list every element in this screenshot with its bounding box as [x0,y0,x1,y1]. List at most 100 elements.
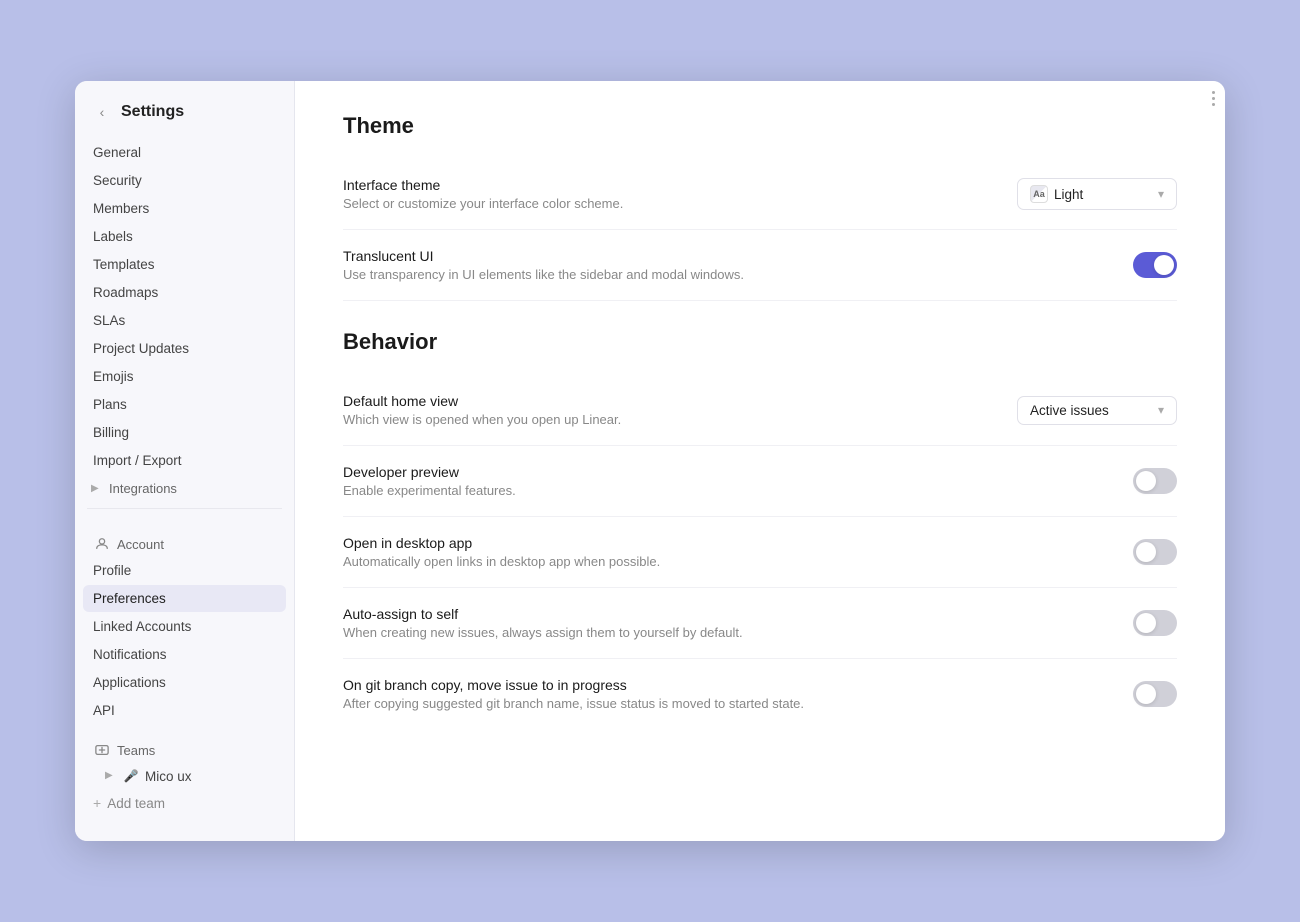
teams-label: Teams [83,737,286,763]
git-branch-toggle-control [1133,681,1177,707]
theme-value: Light [1054,187,1083,202]
open-desktop-row: Open in desktop app Automatically open l… [343,517,1177,588]
interface-theme-label: Interface theme [343,177,993,193]
workspace-nav: General Security Members Labels Template… [75,139,294,475]
git-branch-row: On git branch copy, move issue to in pro… [343,659,1177,729]
auto-assign-toggle-track [1133,610,1177,636]
auto-assign-toggle[interactable] [1133,610,1177,636]
sidebar-item-billing[interactable]: Billing [83,419,286,446]
open-desktop-info: Open in desktop app Automatically open l… [343,535,1109,569]
sidebar-header: ‹ Settings [75,81,294,139]
teams-icon [93,741,111,759]
theme-chevron-icon: ▾ [1158,187,1164,201]
git-branch-toggle[interactable] [1133,681,1177,707]
open-desktop-desc: Automatically open links in desktop app … [343,554,1109,569]
theme-dot-icon: Aa [1030,185,1048,203]
open-desktop-toggle-control [1133,539,1177,565]
default-home-value: Active issues [1030,403,1109,418]
sidebar-item-project-updates[interactable]: Project Updates [83,335,286,362]
auto-assign-toggle-thumb [1136,613,1156,633]
translucent-desc: Use transparency in UI elements like the… [343,267,1109,282]
developer-preview-toggle-thumb [1136,471,1156,491]
sidebar-item-linked-accounts[interactable]: Linked Accounts [83,613,286,640]
git-branch-toggle-thumb [1136,684,1156,704]
git-branch-info: On git branch copy, move issue to in pro… [343,677,1109,711]
auto-assign-label: Auto-assign to self [343,606,1109,622]
translucent-toggle-track [1133,252,1177,278]
default-home-dropdown-left: Active issues [1030,403,1109,418]
open-desktop-label: Open in desktop app [343,535,1109,551]
git-branch-toggle-track [1133,681,1177,707]
default-home-label: Default home view [343,393,993,409]
sidebar-divider [87,508,282,509]
developer-preview-row: Developer preview Enable experimental fe… [343,446,1177,517]
integrations-label: Integrations [109,481,177,496]
theme-dropdown[interactable]: Aa Light ▾ [1017,178,1177,210]
sidebar: ‹ Settings General Security Members Labe… [75,81,295,841]
developer-preview-info: Developer preview Enable experimental fe… [343,464,1109,498]
back-button[interactable]: ‹ [91,101,113,123]
window-resize-handle [1212,91,1215,106]
sidebar-item-roadmaps[interactable]: Roadmaps [83,279,286,306]
sidebar-item-notifications[interactable]: Notifications [83,641,286,668]
translucent-toggle-control [1133,252,1177,278]
git-branch-desc: After copying suggested git branch name,… [343,696,1109,711]
teams-section: Teams ▶ 🎤 Mico ux + Add team [75,729,294,821]
add-team-plus-icon: + [93,795,101,811]
sidebar-item-general[interactable]: General [83,139,286,166]
sidebar-title: Settings [121,103,184,121]
translucent-toggle[interactable] [1133,252,1177,278]
sidebar-item-labels[interactable]: Labels [83,223,286,250]
integrations-expand-icon: ▶ [91,483,103,495]
behavior-section-title: Behavior [343,329,1177,355]
developer-preview-label: Developer preview [343,464,1109,480]
add-team-button[interactable]: + Add team [83,790,286,816]
auto-assign-info: Auto-assign to self When creating new is… [343,606,1109,640]
sidebar-item-slas[interactable]: SLAs [83,307,286,334]
default-home-desc: Which view is opened when you open up Li… [343,412,993,427]
integrations-section[interactable]: ▶ Integrations [83,477,286,500]
behavior-section: Behavior Default home view Which view is… [343,329,1177,729]
interface-theme-desc: Select or customize your interface color… [343,196,993,211]
sidebar-item-profile[interactable]: Profile [83,557,286,584]
sidebar-item-templates[interactable]: Templates [83,251,286,278]
open-desktop-toggle-track [1133,539,1177,565]
integrations-nav: ▶ Integrations [75,477,294,500]
sidebar-item-preferences[interactable]: Preferences [83,585,286,612]
sidebar-item-plans[interactable]: Plans [83,391,286,418]
translucent-label: Translucent UI [343,248,1109,264]
default-home-dropdown-control: Active issues ▾ [1017,396,1177,425]
translucent-toggle-thumb [1154,255,1174,275]
developer-preview-toggle-control [1133,468,1177,494]
auto-assign-toggle-control [1133,610,1177,636]
sidebar-item-emojis[interactable]: Emojis [83,363,286,390]
interface-theme-info: Interface theme Select or customize your… [343,177,993,211]
theme-dropdown-control: Aa Light ▾ [1017,178,1177,210]
theme-section-title: Theme [343,113,1177,139]
open-desktop-toggle[interactable] [1133,539,1177,565]
sidebar-item-import-export[interactable]: Import / Export [83,447,286,474]
team-expand-icon: ▶ [105,770,117,782]
git-branch-label: On git branch copy, move issue to in pro… [343,677,1109,693]
sidebar-item-applications[interactable]: Applications [83,669,286,696]
developer-preview-toggle[interactable] [1133,468,1177,494]
developer-preview-desc: Enable experimental features. [343,483,1109,498]
sidebar-item-security[interactable]: Security [83,167,286,194]
developer-preview-toggle-track [1133,468,1177,494]
translucent-info: Translucent UI Use transparency in UI el… [343,248,1109,282]
default-home-row: Default home view Which view is opened w… [343,375,1177,446]
main-content: Theme Interface theme Select or customiz… [295,81,1225,841]
teams-section-label: Teams [117,743,155,758]
theme-dropdown-left: Aa Light [1030,185,1083,203]
team-mico-ux[interactable]: ▶ 🎤 Mico ux [83,763,286,789]
interface-theme-row: Interface theme Select or customize your… [343,159,1177,230]
sidebar-item-members[interactable]: Members [83,195,286,222]
default-home-chevron-icon: ▾ [1158,403,1164,417]
default-home-info: Default home view Which view is opened w… [343,393,993,427]
default-home-dropdown[interactable]: Active issues ▾ [1017,396,1177,425]
auto-assign-row: Auto-assign to self When creating new is… [343,588,1177,659]
sidebar-item-api[interactable]: API [83,697,286,724]
auto-assign-desc: When creating new issues, always assign … [343,625,1109,640]
add-team-label: Add team [107,796,165,811]
account-icon [93,535,111,553]
